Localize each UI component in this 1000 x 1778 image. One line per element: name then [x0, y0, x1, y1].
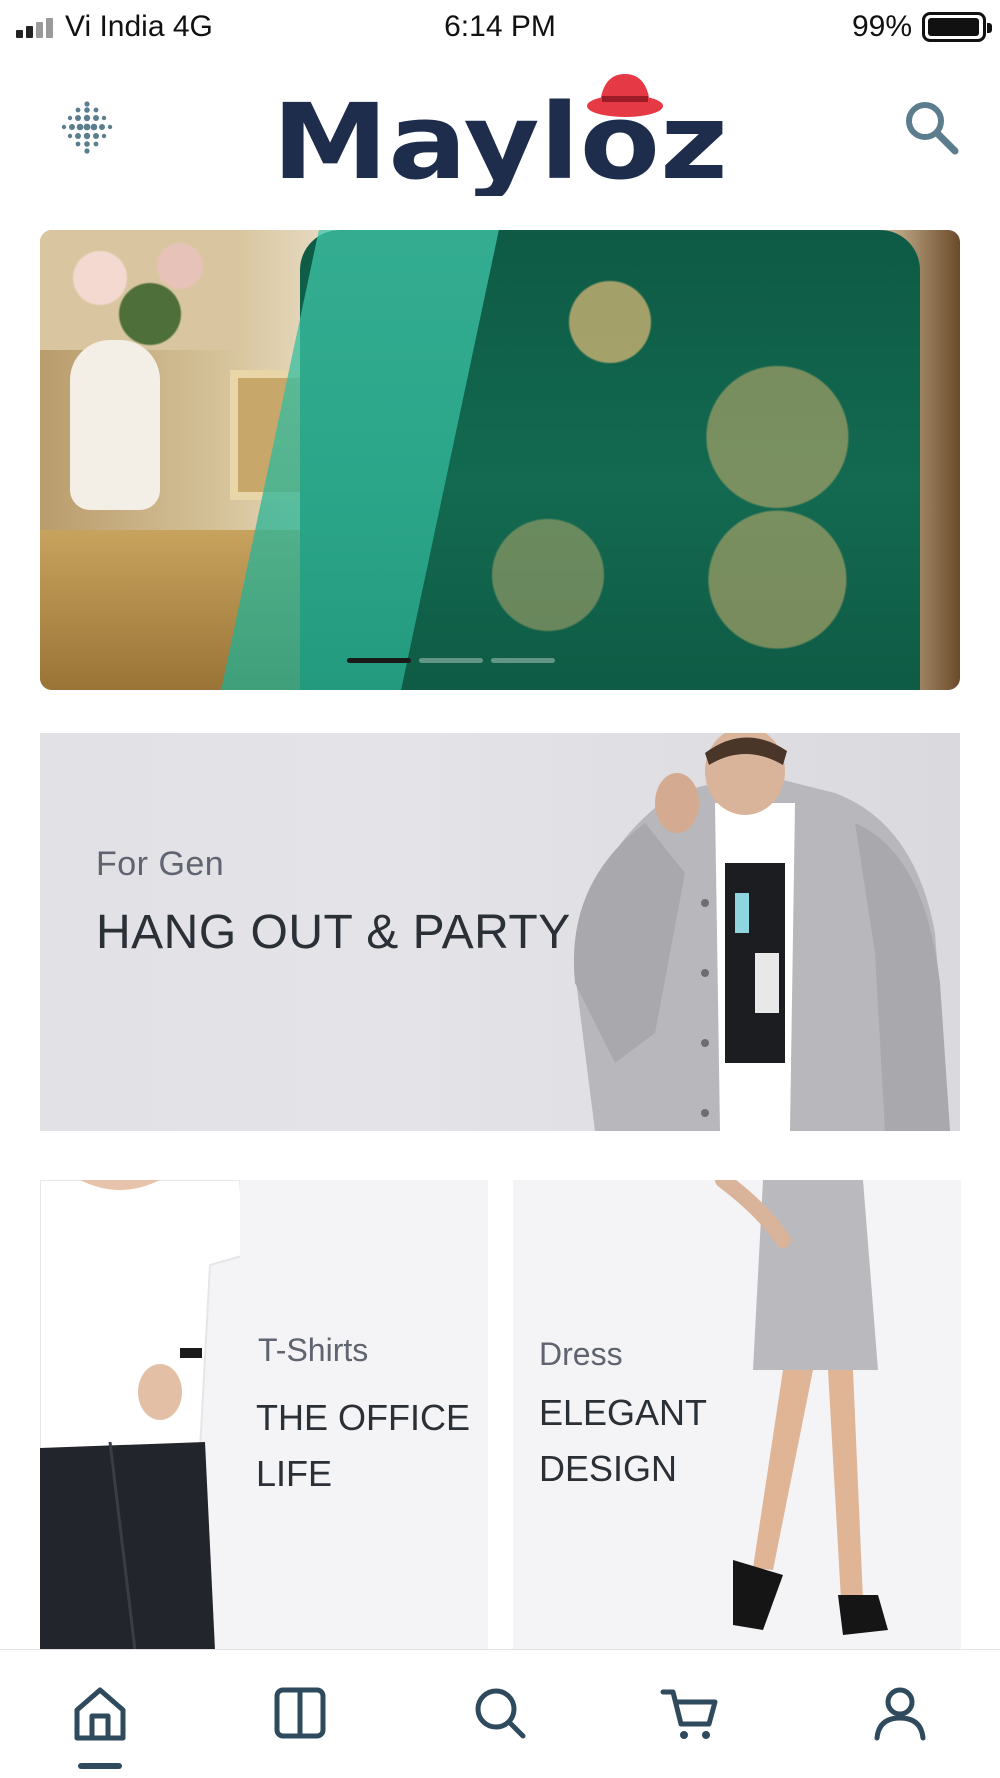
category-tile-tshirts[interactable]: T-Shirts THE OFFICE LIFE: [40, 1180, 488, 1650]
battery-percent: 99%: [851, 10, 912, 43]
tile-subtitle: Dress: [539, 1336, 623, 1372]
dress-model-image: [715, 1180, 888, 1635]
cart-icon: [660, 1689, 718, 1739]
tile-title: THE OFFICE LIFE: [256, 1390, 488, 1502]
home-icon: [74, 1687, 126, 1741]
dot-grid-icon: [61, 101, 113, 154]
status-time: 6:14 PM: [444, 10, 556, 43]
nav-active-indicator: [78, 1763, 122, 1769]
nav-search[interactable]: [467, 1680, 533, 1746]
promo-title: HANG OUT & PARTY: [96, 906, 571, 959]
promo-model-image: [573, 733, 950, 1131]
carousel-indicator: [347, 658, 555, 663]
nav-cart[interactable]: [657, 1680, 723, 1746]
hero-carousel[interactable]: [40, 230, 960, 690]
status-bar: Vi India 4G 6:14 PM 99%: [0, 0, 1000, 56]
tile-title-line: THE OFFICE: [256, 1397, 470, 1438]
menu-button[interactable]: [56, 96, 118, 158]
app-header: Mayloz: [0, 56, 1000, 206]
logo-text: Mayloz: [272, 81, 728, 196]
battery-icon: [922, 12, 992, 42]
catalog-icon: [274, 1687, 326, 1739]
search-icon: [906, 102, 959, 155]
promo-banner-hangout[interactable]: For Gen HANG OUT & PARTY: [40, 733, 960, 1131]
nav-profile[interactable]: [867, 1680, 933, 1746]
nav-home[interactable]: [67, 1680, 133, 1746]
carousel-dot[interactable]: [347, 658, 411, 663]
promo-subtitle: For Gen: [96, 845, 225, 883]
carousel-dot[interactable]: [491, 658, 555, 663]
bottom-navigation: [0, 1649, 1000, 1778]
tile-subtitle: T-Shirts: [258, 1332, 369, 1368]
mayloz-logo: Mayloz: [272, 74, 728, 203]
brand-logo[interactable]: Mayloz: [270, 66, 730, 203]
status-right: 99%: [851, 10, 992, 44]
search-icon: [475, 1688, 526, 1739]
profile-icon: [874, 1687, 926, 1741]
tshirt-model-image: [40, 1180, 240, 1650]
header-search-button[interactable]: [902, 98, 960, 156]
nav-catalog[interactable]: [267, 1680, 333, 1746]
tile-title-line: LIFE: [256, 1453, 333, 1494]
carousel-dot[interactable]: [419, 658, 483, 663]
category-tile-dress[interactable]: Dress ELEGANT DESIGN: [513, 1180, 961, 1650]
